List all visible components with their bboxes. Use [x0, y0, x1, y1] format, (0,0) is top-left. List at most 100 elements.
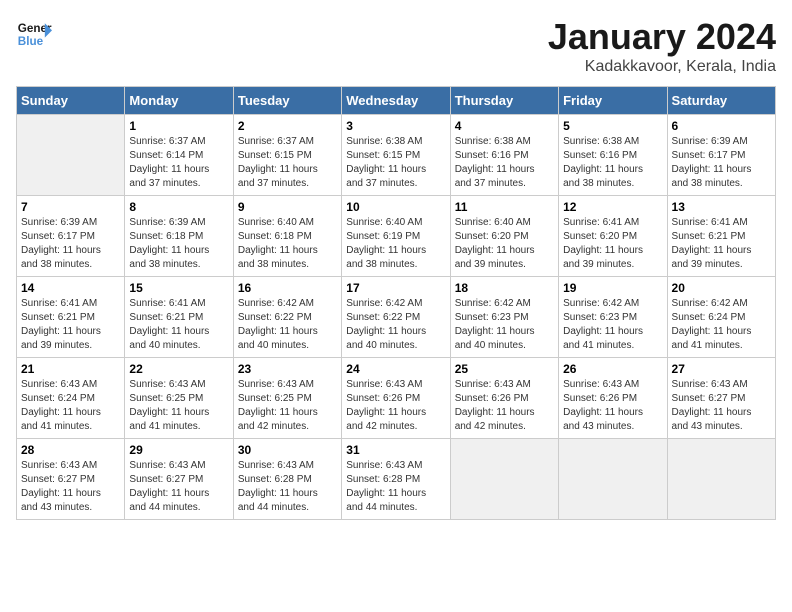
calendar-cell: 4 Sunrise: 6:38 AM Sunset: 6:16 PM Daylig…	[450, 115, 558, 196]
day-info: Sunrise: 6:42 AM Sunset: 6:22 PM Dayligh…	[238, 297, 337, 353]
calendar-cell: 5 Sunrise: 6:38 AM Sunset: 6:16 PM Daylig…	[559, 115, 667, 196]
logo: General Blue	[16, 16, 52, 52]
calendar-cell: 3 Sunrise: 6:38 AM Sunset: 6:15 PM Daylig…	[342, 115, 450, 196]
day-number: 2	[238, 119, 337, 133]
calendar-subtitle: Kadakkavoor, Kerala, India	[548, 58, 776, 76]
day-info: Sunrise: 6:43 AM Sunset: 6:28 PM Dayligh…	[346, 459, 445, 515]
calendar-cell: 30Sunrise: 6:43 AM Sunset: 6:28 PM Dayli…	[233, 439, 341, 520]
day-number: 20	[672, 281, 771, 295]
title-block: January 2024 Kadakkavoor, Kerala, India	[548, 16, 776, 76]
day-info: Sunrise: 6:38 AM Sunset: 6:16 PM Dayligh…	[563, 135, 662, 191]
calendar-cell: 17 Sunrise: 6:42 AM Sunset: 6:22 PM Dayli…	[342, 277, 450, 358]
day-info: Sunrise: 6:43 AM Sunset: 6:27 PM Dayligh…	[129, 459, 228, 515]
day-info: Sunrise: 6:39 AM Sunset: 6:18 PM Dayligh…	[129, 216, 228, 272]
day-info: Sunrise: 6:38 AM Sunset: 6:15 PM Dayligh…	[346, 135, 445, 191]
logo-icon: General Blue	[16, 16, 52, 52]
day-number: 22	[129, 362, 228, 376]
calendar-cell: 8 Sunrise: 6:39 AM Sunset: 6:18 PM Daylig…	[125, 196, 233, 277]
calendar-cell	[17, 115, 125, 196]
calendar-cell: 7 Sunrise: 6:39 AM Sunset: 6:17 PM Daylig…	[17, 196, 125, 277]
day-info: Sunrise: 6:42 AM Sunset: 6:22 PM Dayligh…	[346, 297, 445, 353]
day-number: 17	[346, 281, 445, 295]
day-info: Sunrise: 6:40 AM Sunset: 6:19 PM Dayligh…	[346, 216, 445, 272]
calendar-cell: 23 Sunrise: 6:43 AM Sunset: 6:25 PM Dayli…	[233, 358, 341, 439]
weekday-header-monday: Monday	[125, 87, 233, 115]
calendar-cell: 11 Sunrise: 6:40 AM Sunset: 6:20 PM Dayli…	[450, 196, 558, 277]
day-number: 26	[563, 362, 662, 376]
day-info: Sunrise: 6:42 AM Sunset: 6:23 PM Dayligh…	[563, 297, 662, 353]
day-number: 24	[346, 362, 445, 376]
day-info: Sunrise: 6:41 AM Sunset: 6:21 PM Dayligh…	[129, 297, 228, 353]
calendar-week-2: 7 Sunrise: 6:39 AM Sunset: 6:17 PM Daylig…	[17, 196, 776, 277]
day-info: Sunrise: 6:43 AM Sunset: 6:26 PM Dayligh…	[455, 378, 554, 434]
weekday-header-sunday: Sunday	[17, 87, 125, 115]
day-number: 29	[129, 443, 228, 457]
day-number: 3	[346, 119, 445, 133]
day-number: 11	[455, 200, 554, 214]
calendar-cell: 1Sunrise: 6:37 AM Sunset: 6:14 PM Daylig…	[125, 115, 233, 196]
day-info: Sunrise: 6:42 AM Sunset: 6:24 PM Dayligh…	[672, 297, 771, 353]
day-info: Sunrise: 6:37 AM Sunset: 6:14 PM Dayligh…	[129, 135, 228, 191]
day-number: 23	[238, 362, 337, 376]
calendar-cell: 13Sunrise: 6:41 AM Sunset: 6:21 PM Dayli…	[667, 196, 775, 277]
day-info: Sunrise: 6:43 AM Sunset: 6:26 PM Dayligh…	[563, 378, 662, 434]
calendar-week-5: 28Sunrise: 6:43 AM Sunset: 6:27 PM Dayli…	[17, 439, 776, 520]
calendar-cell: 18 Sunrise: 6:42 AM Sunset: 6:23 PM Dayli…	[450, 277, 558, 358]
calendar-cell: 15Sunrise: 6:41 AM Sunset: 6:21 PM Dayli…	[125, 277, 233, 358]
calendar-cell: 25Sunrise: 6:43 AM Sunset: 6:26 PM Dayli…	[450, 358, 558, 439]
calendar-cell: 20 Sunrise: 6:42 AM Sunset: 6:24 PM Dayli…	[667, 277, 775, 358]
calendar-cell	[450, 439, 558, 520]
weekday-header-friday: Friday	[559, 87, 667, 115]
day-number: 7	[21, 200, 120, 214]
calendar-cell: 21 Sunrise: 6:43 AM Sunset: 6:24 PM Dayli…	[17, 358, 125, 439]
calendar-week-4: 21 Sunrise: 6:43 AM Sunset: 6:24 PM Dayli…	[17, 358, 776, 439]
day-info: Sunrise: 6:40 AM Sunset: 6:20 PM Dayligh…	[455, 216, 554, 272]
day-info: Sunrise: 6:40 AM Sunset: 6:18 PM Dayligh…	[238, 216, 337, 272]
day-info: Sunrise: 6:42 AM Sunset: 6:23 PM Dayligh…	[455, 297, 554, 353]
day-number: 14	[21, 281, 120, 295]
day-info: Sunrise: 6:41 AM Sunset: 6:21 PM Dayligh…	[672, 216, 771, 272]
day-number: 19	[563, 281, 662, 295]
day-number: 18	[455, 281, 554, 295]
day-info: Sunrise: 6:43 AM Sunset: 6:25 PM Dayligh…	[238, 378, 337, 434]
day-info: Sunrise: 6:38 AM Sunset: 6:16 PM Dayligh…	[455, 135, 554, 191]
calendar-cell: 27Sunrise: 6:43 AM Sunset: 6:27 PM Dayli…	[667, 358, 775, 439]
calendar-cell: 31 Sunrise: 6:43 AM Sunset: 6:28 PM Dayli…	[342, 439, 450, 520]
day-info: Sunrise: 6:39 AM Sunset: 6:17 PM Dayligh…	[21, 216, 120, 272]
calendar-cell: 28Sunrise: 6:43 AM Sunset: 6:27 PM Dayli…	[17, 439, 125, 520]
day-number: 21	[21, 362, 120, 376]
calendar-cell	[559, 439, 667, 520]
calendar-body: 1Sunrise: 6:37 AM Sunset: 6:14 PM Daylig…	[17, 115, 776, 520]
day-number: 30	[238, 443, 337, 457]
day-number: 27	[672, 362, 771, 376]
calendar-title: January 2024	[548, 16, 776, 58]
calendar-cell: 24 Sunrise: 6:43 AM Sunset: 6:26 PM Dayli…	[342, 358, 450, 439]
day-number: 5	[563, 119, 662, 133]
day-number: 9	[238, 200, 337, 214]
calendar-table: SundayMondayTuesdayWednesdayThursdayFrid…	[16, 86, 776, 520]
day-info: Sunrise: 6:37 AM Sunset: 6:15 PM Dayligh…	[238, 135, 337, 191]
day-info: Sunrise: 6:43 AM Sunset: 6:25 PM Dayligh…	[129, 378, 228, 434]
svg-text:Blue: Blue	[18, 35, 44, 48]
day-number: 31	[346, 443, 445, 457]
calendar-cell: 6Sunrise: 6:39 AM Sunset: 6:17 PM Daylig…	[667, 115, 775, 196]
calendar-cell: 29 Sunrise: 6:43 AM Sunset: 6:27 PM Dayli…	[125, 439, 233, 520]
day-number: 16	[238, 281, 337, 295]
weekday-header-row: SundayMondayTuesdayWednesdayThursdayFrid…	[17, 87, 776, 115]
calendar-cell: 26 Sunrise: 6:43 AM Sunset: 6:26 PM Dayli…	[559, 358, 667, 439]
calendar-cell: 16 Sunrise: 6:42 AM Sunset: 6:22 PM Dayli…	[233, 277, 341, 358]
calendar-cell: 22 Sunrise: 6:43 AM Sunset: 6:25 PM Dayli…	[125, 358, 233, 439]
calendar-cell: 19 Sunrise: 6:42 AM Sunset: 6:23 PM Dayli…	[559, 277, 667, 358]
day-info: Sunrise: 6:43 AM Sunset: 6:24 PM Dayligh…	[21, 378, 120, 434]
day-number: 12	[563, 200, 662, 214]
calendar-cell: 12Sunrise: 6:41 AM Sunset: 6:20 PM Dayli…	[559, 196, 667, 277]
day-info: Sunrise: 6:41 AM Sunset: 6:21 PM Dayligh…	[21, 297, 120, 353]
day-number: 10	[346, 200, 445, 214]
calendar-week-1: 1Sunrise: 6:37 AM Sunset: 6:14 PM Daylig…	[17, 115, 776, 196]
day-number: 8	[129, 200, 228, 214]
calendar-cell: 9 Sunrise: 6:40 AM Sunset: 6:18 PM Daylig…	[233, 196, 341, 277]
weekday-header-thursday: Thursday	[450, 87, 558, 115]
page-header: General Blue January 2024 Kadakkavoor, K…	[16, 16, 776, 76]
day-info: Sunrise: 6:43 AM Sunset: 6:26 PM Dayligh…	[346, 378, 445, 434]
day-number: 4	[455, 119, 554, 133]
